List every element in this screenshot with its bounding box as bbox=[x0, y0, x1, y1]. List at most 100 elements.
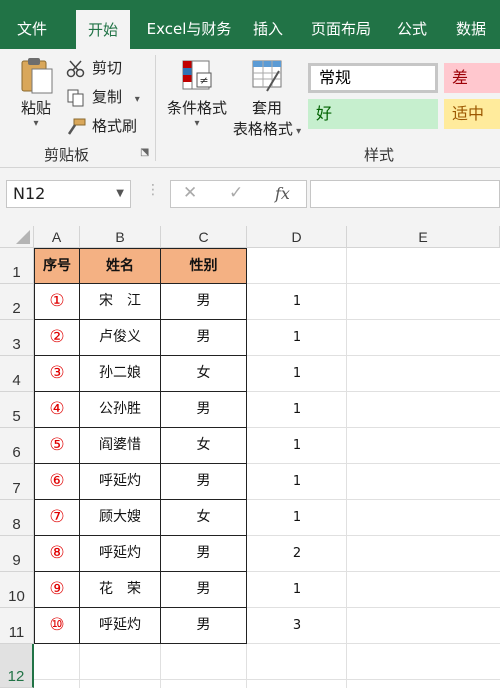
cell-no[interactable]: ③ bbox=[35, 356, 80, 392]
paste-label: 粘贴 bbox=[20, 99, 51, 117]
cell-no[interactable]: ⑩ bbox=[35, 608, 80, 644]
cell-name[interactable]: 呼延灼 bbox=[80, 608, 161, 644]
dialog-launcher-icon[interactable]: ⬔ bbox=[140, 147, 149, 158]
column-header-b[interactable]: B bbox=[80, 226, 161, 248]
cell-d-value[interactable]: 3 bbox=[247, 607, 347, 643]
cancel-icon[interactable]: ✕ bbox=[183, 183, 197, 203]
copy-icon bbox=[66, 89, 86, 107]
formula-buttons: ✕ ✓ fx bbox=[170, 180, 307, 208]
scissors-icon bbox=[66, 60, 86, 78]
cell-gender[interactable]: 男 bbox=[161, 536, 247, 572]
tab-formulas[interactable]: 公式 bbox=[390, 0, 434, 49]
cell-d-value[interactable]: 1 bbox=[247, 499, 347, 535]
cell-gender[interactable]: 男 bbox=[161, 608, 247, 644]
enter-icon[interactable]: ✓ bbox=[229, 183, 243, 203]
tab-excel-finance[interactable]: Excel与财务 bbox=[140, 0, 238, 49]
chevron-down-icon[interactable]: ▼ bbox=[116, 181, 124, 207]
cell-name[interactable]: 花 荣 bbox=[80, 572, 161, 608]
cell-no[interactable]: ④ bbox=[35, 392, 80, 428]
cut-button[interactable]: 剪切 bbox=[66, 55, 122, 81]
header-cell-no[interactable]: 序号 bbox=[35, 249, 80, 284]
tab-home[interactable]: 开始 bbox=[76, 10, 130, 49]
formula-bar: N12 ▼ ⋮ ✕ ✓ fx bbox=[0, 168, 500, 226]
row-header-9[interactable]: 9 bbox=[0, 536, 34, 572]
cell-gender[interactable]: 女 bbox=[161, 356, 247, 392]
copy-label: 复制 bbox=[92, 88, 123, 106]
name-box[interactable]: N12 ▼ bbox=[6, 180, 131, 208]
cell-name[interactable]: 顾大嫂 bbox=[80, 500, 161, 536]
ribbon-tab-bar: 文件 开始 Excel与财务 插入 页面布局 公式 数据 bbox=[0, 0, 500, 49]
cell-name[interactable]: 宋 江 bbox=[80, 284, 161, 320]
column-header-c[interactable]: C bbox=[161, 226, 247, 248]
cell-no[interactable]: ② bbox=[35, 320, 80, 356]
conditional-format-label: 条件格式 bbox=[166, 99, 227, 117]
format-painter-button[interactable]: 格式刷 bbox=[66, 113, 137, 139]
header-cell-name[interactable]: 姓名 bbox=[80, 249, 161, 284]
insert-function-icon[interactable]: fx bbox=[275, 184, 290, 203]
cell-no[interactable]: ⑦ bbox=[35, 500, 80, 536]
cell-gender[interactable]: 男 bbox=[161, 392, 247, 428]
row-header-6[interactable]: 6 bbox=[0, 428, 34, 464]
cell-gender[interactable]: 男 bbox=[161, 284, 247, 320]
paste-icon bbox=[21, 58, 53, 94]
tab-file[interactable]: 文件 bbox=[6, 0, 58, 49]
tab-data[interactable]: 数据 bbox=[446, 0, 496, 49]
row-header-8[interactable]: 8 bbox=[0, 500, 34, 536]
cell-d-value[interactable]: 1 bbox=[247, 427, 347, 463]
cell-name[interactable]: 阎婆惜 bbox=[80, 428, 161, 464]
conditional-format-icon: ≠ bbox=[182, 60, 212, 90]
cell-d-value[interactable]: 1 bbox=[247, 571, 347, 607]
row-header-4[interactable]: 4 bbox=[0, 356, 34, 392]
cell-d-value[interactable]: 1 bbox=[247, 463, 347, 499]
cell-no[interactable]: ⑥ bbox=[35, 464, 80, 500]
cell-name[interactable]: 公孙胜 bbox=[80, 392, 161, 428]
formula-input[interactable] bbox=[310, 180, 500, 208]
drag-handle-icon[interactable]: ⋮ bbox=[146, 182, 160, 198]
cell-d-value[interactable]: 1 bbox=[247, 283, 347, 319]
column-header-e[interactable]: E bbox=[347, 226, 500, 248]
style-good[interactable]: 好 bbox=[308, 99, 438, 129]
style-bad[interactable]: 差 bbox=[444, 63, 500, 93]
cell-gender[interactable]: 女 bbox=[161, 428, 247, 464]
cell-name[interactable]: 呼延灼 bbox=[80, 536, 161, 572]
row-header-11[interactable]: 11 bbox=[0, 608, 34, 644]
group-separator bbox=[155, 55, 156, 161]
tab-insert[interactable]: 插入 bbox=[246, 0, 290, 49]
cell-gender[interactable]: 男 bbox=[161, 320, 247, 356]
row-header-2[interactable]: 2 bbox=[0, 284, 34, 320]
row-header-1[interactable]: 1 bbox=[0, 248, 34, 284]
column-header-d[interactable]: D bbox=[247, 226, 347, 248]
conditional-format-button[interactable]: ≠ 条件格式 ▾ bbox=[166, 57, 228, 129]
format-as-table-button[interactable]: 套用 表格格式 ▾ bbox=[232, 57, 302, 139]
row-header-7[interactable]: 7 bbox=[0, 464, 34, 500]
select-all-corner[interactable] bbox=[0, 226, 34, 248]
paintbrush-icon bbox=[66, 118, 86, 136]
cell-d-value[interactable]: 1 bbox=[247, 319, 347, 355]
row-header-5[interactable]: 5 bbox=[0, 392, 34, 428]
row-header-10[interactable]: 10 bbox=[0, 572, 34, 608]
cell-gender[interactable]: 女 bbox=[161, 500, 247, 536]
cell-gender[interactable]: 男 bbox=[161, 572, 247, 608]
cell-no[interactable]: ⑧ bbox=[35, 536, 80, 572]
row-header-3[interactable]: 3 bbox=[0, 320, 34, 356]
paste-button[interactable]: 粘贴 ▾ bbox=[12, 55, 60, 129]
cell-d-value[interactable]: 1 bbox=[247, 391, 347, 427]
column-header-a[interactable]: A bbox=[34, 226, 80, 248]
style-neutral[interactable]: 适中 bbox=[444, 99, 500, 129]
header-cell-gender[interactable]: 性别 bbox=[161, 249, 247, 284]
cell-d-value[interactable]: 1 bbox=[247, 355, 347, 391]
cell-no[interactable]: ⑨ bbox=[35, 572, 80, 608]
copy-button[interactable]: 复制 ▾ bbox=[66, 84, 140, 110]
corner-triangle-icon bbox=[16, 230, 30, 244]
style-normal[interactable]: 常规 bbox=[308, 63, 438, 93]
cell-no[interactable]: ⑤ bbox=[35, 428, 80, 464]
cell-name[interactable]: 卢俊义 bbox=[80, 320, 161, 356]
cell-name[interactable]: 孙二娘 bbox=[80, 356, 161, 392]
row-header-12[interactable]: 12 bbox=[0, 644, 34, 688]
cell-name[interactable]: 呼延灼 bbox=[80, 464, 161, 500]
cell-d-value[interactable]: 2 bbox=[247, 535, 347, 571]
cell-no[interactable]: ① bbox=[35, 284, 80, 320]
cell-gender[interactable]: 男 bbox=[161, 464, 247, 500]
chevron-down-icon[interactable]: ▾ bbox=[135, 94, 140, 105]
tab-page-layout[interactable]: 页面布局 bbox=[302, 0, 380, 49]
